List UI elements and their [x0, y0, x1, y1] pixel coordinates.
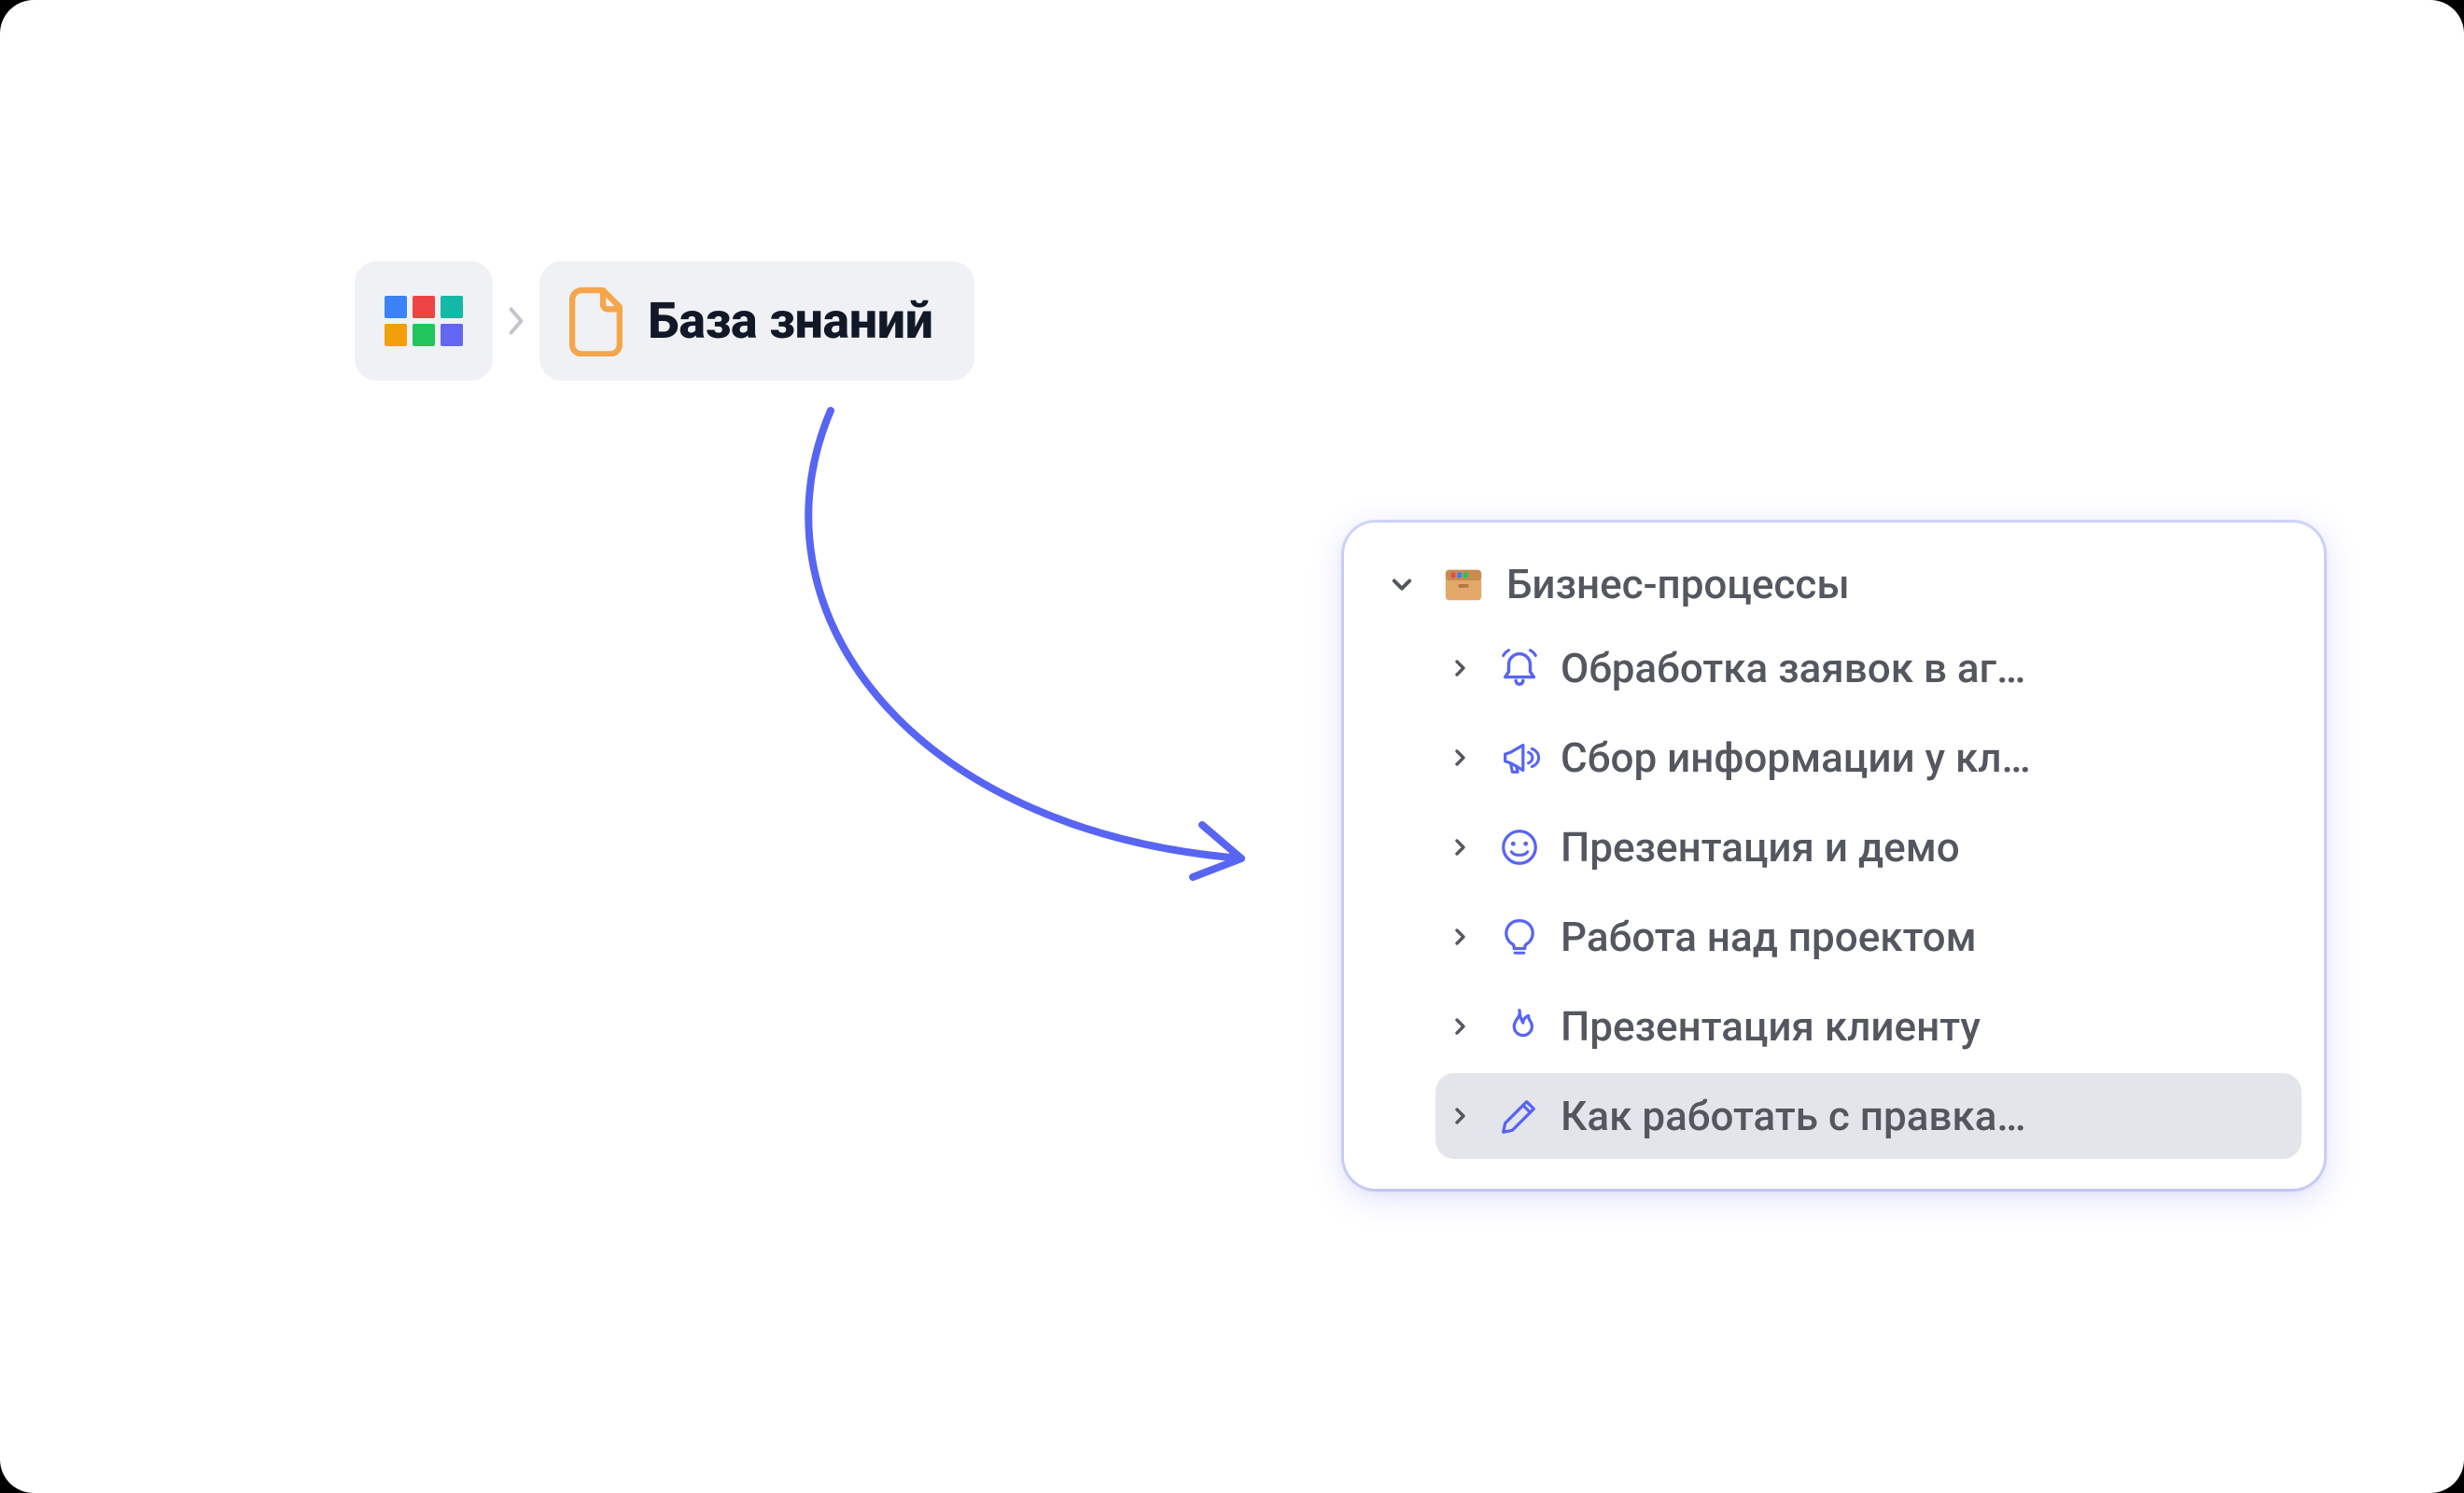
lightbulb-icon [1495, 913, 1544, 961]
tree-item-1[interactable]: Сбор информации у кл… [1435, 715, 2302, 801]
tree-item-2[interactable]: Презентация и демо [1435, 804, 2302, 890]
tree-children: Обработка заявок в аг… Сбор информации у… [1366, 625, 2302, 1159]
tree-item-label: Работа над проектом [1561, 913, 2283, 961]
tree-item-label: Как работать с правка… [1561, 1092, 2283, 1140]
megaphone-icon [1495, 733, 1544, 782]
tree-root-label: Бизнес-процессы [1506, 560, 2283, 608]
pencil-icon [1495, 1092, 1544, 1140]
document-outline-icon [569, 286, 627, 356]
tree-item-3[interactable]: Работа над проектом [1435, 894, 2302, 980]
tree-root[interactable]: Бизнес-процессы [1366, 549, 2302, 625]
chevron-right-icon [1441, 1008, 1478, 1045]
smile-icon [1495, 823, 1544, 872]
cardbox-icon [1439, 560, 1488, 608]
tree-item-label: Презентация клиенту [1561, 1002, 2283, 1051]
tree-item-5[interactable]: Как работать с правка… [1435, 1073, 2302, 1159]
breadcrumb: База знаний [355, 261, 974, 381]
chevron-down-icon [1383, 565, 1421, 603]
tree-item-0[interactable]: Обработка заявок в аг… [1435, 625, 2302, 711]
chevron-right-icon [508, 307, 525, 335]
apps-grid-icon [385, 296, 463, 346]
tree-item-label: Обработка заявок в аг… [1561, 644, 2283, 692]
tree-panel: Бизнес-процессы Обработка заявок в аг… [1344, 523, 2324, 1189]
chevron-right-icon [1441, 829, 1478, 866]
breadcrumb-current[interactable]: База знаний [539, 261, 974, 381]
chevron-right-icon [1441, 739, 1478, 776]
tree-item-label: Сбор информации у кл… [1561, 733, 2283, 782]
tree-item-4[interactable]: Презентация клиенту [1435, 984, 2302, 1069]
guide-arrow [691, 392, 1307, 914]
apps-button[interactable] [355, 261, 493, 381]
bell-ring-icon [1495, 644, 1544, 692]
tree-item-label: Презентация и демо [1561, 823, 2283, 872]
breadcrumb-separator [500, 305, 532, 337]
chevron-right-icon [1441, 918, 1478, 956]
breadcrumb-title: База знаний [648, 292, 933, 351]
chevron-right-icon [1441, 649, 1478, 687]
chevron-right-icon [1441, 1097, 1478, 1135]
fire-icon [1495, 1002, 1544, 1051]
